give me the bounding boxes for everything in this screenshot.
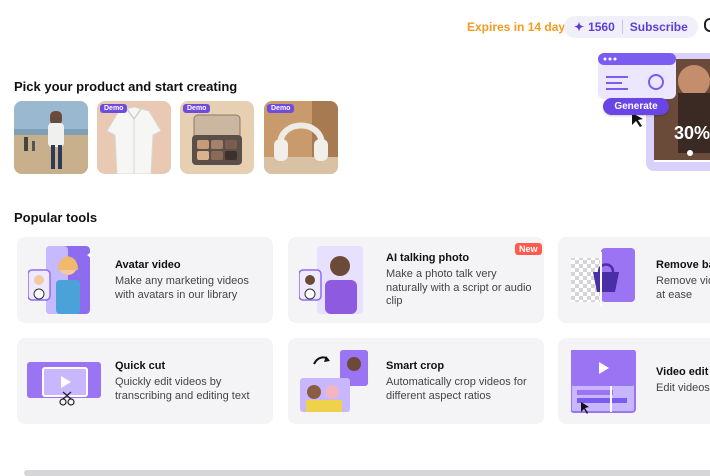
subscribe-link[interactable]: Subscribe	[630, 20, 688, 34]
tool-card-remove-background[interactable]: Remove ba Remove vid at ease	[558, 237, 710, 323]
tool-card-smart-crop[interactable]: Smart crop Automatically crop videos for…	[288, 338, 544, 424]
app-root: Expires in 14 days ✦ 1560 Subscribe Pick…	[0, 0, 710, 476]
hero-promo-illustration: Generate 30%	[598, 53, 710, 171]
tool-card-quick-cut[interactable]: Quick cut Quickly edit videos by transcr…	[17, 338, 273, 424]
tools-section-title: Popular tools	[14, 210, 98, 225]
svg-text:✦: ✦	[86, 251, 92, 260]
tool-title: Video edit	[656, 366, 709, 378]
quick-cut-icon	[27, 362, 101, 406]
generate-button: Generate	[603, 98, 669, 115]
product-thumb-eyeshadow[interactable]: Demo	[180, 101, 254, 174]
tool-card-ai-talking-photo[interactable]: New AI talking photo Make a photo talk v…	[288, 237, 544, 323]
remove-bg-icon	[571, 248, 635, 306]
demo-badge: Demo	[183, 104, 211, 113]
new-badge: New	[515, 243, 542, 255]
tool-title: Quick cut	[115, 360, 166, 372]
tool-description: Edit videos	[656, 382, 710, 394]
product-thumb-headphones[interactable]: Demo	[264, 101, 338, 174]
credits-count: 1560	[588, 20, 615, 34]
tool-card-avatar-video[interactable]: ✦ Avatar video Make any marketing videos…	[17, 237, 273, 323]
sparkle-icon: ✦	[574, 20, 585, 34]
tool-description: Quickly edit videos by transcribing and …	[115, 376, 250, 402]
tool-title: Smart crop	[386, 360, 445, 372]
product-thumb-beach[interactable]	[14, 101, 88, 174]
tool-description: Make any marketing videos with avatars i…	[115, 275, 249, 301]
video-editor-icon	[571, 350, 636, 414]
pill-divider	[621, 20, 623, 34]
smart-crop-icon	[300, 350, 368, 412]
tool-title: Avatar video	[115, 259, 181, 271]
trial-expiry-text: Expires in 14 days	[467, 20, 572, 34]
products-section-title: Pick your product and start creating	[14, 79, 238, 94]
tool-title: Remove ba	[656, 259, 710, 271]
tool-card-video-editor[interactable]: Video edit Edit videos	[558, 338, 710, 424]
credits-subscribe-pill[interactable]: ✦ 1560 Subscribe	[564, 16, 698, 38]
horizontal-scrollbar[interactable]	[24, 470, 710, 476]
notification-icon[interactable]	[704, 18, 710, 32]
tool-description: Automatically crop videos for different …	[386, 376, 527, 402]
demo-badge: Demo	[267, 104, 295, 113]
tool-description: Remove vid at ease	[656, 275, 710, 301]
tool-description: Make a photo talk very naturally with a …	[386, 268, 532, 307]
beach-photo	[14, 101, 88, 174]
avatar-video-icon: ✦	[28, 246, 92, 314]
tool-title: AI talking photo	[386, 252, 470, 264]
demo-badge: Demo	[100, 104, 128, 113]
talking-photo-icon	[299, 246, 363, 314]
percent-overlay: 30%	[674, 123, 710, 143]
product-thumb-shirt[interactable]: Demo	[97, 101, 171, 174]
